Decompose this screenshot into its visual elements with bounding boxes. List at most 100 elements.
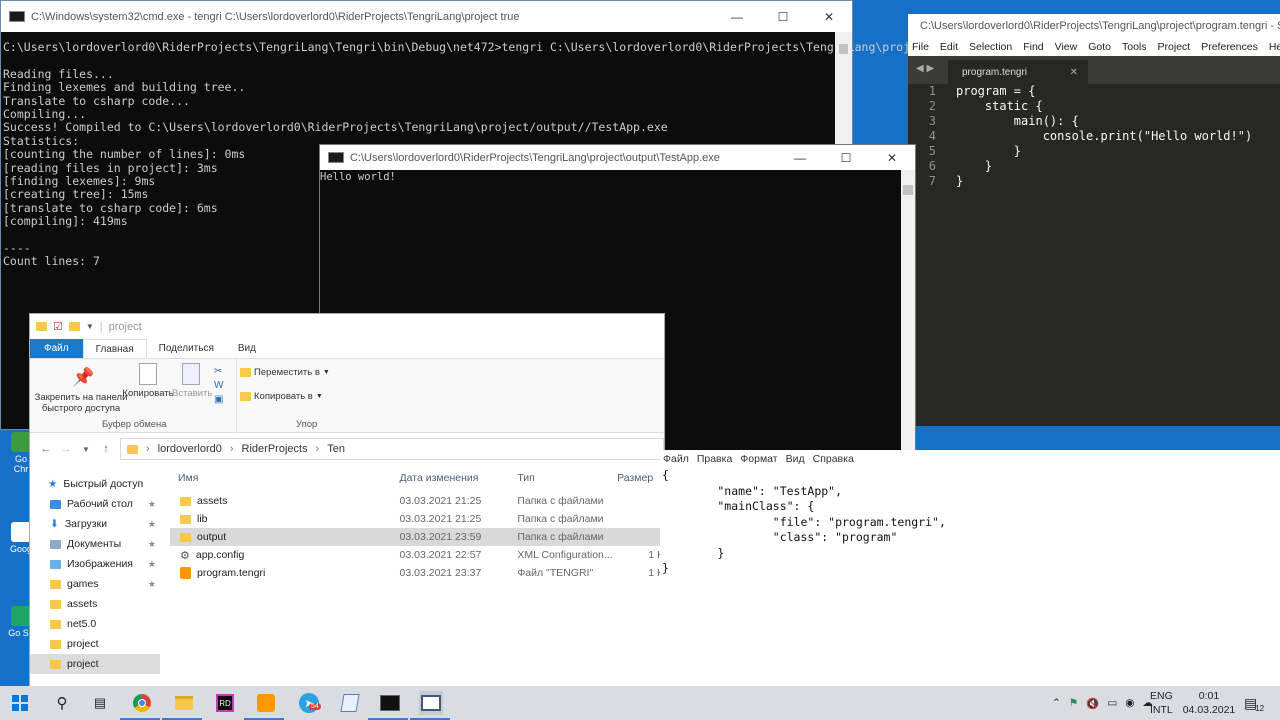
- minimize-icon[interactable]: —: [777, 145, 823, 170]
- table-row[interactable]: assets 03.03.2021 21:25 Папка с файлами: [170, 492, 664, 510]
- menu-item[interactable]: Selection: [969, 41, 1012, 53]
- nav-item[interactable]: games ★: [30, 574, 160, 594]
- pin-icon[interactable]: ★: [148, 539, 156, 550]
- tab-share[interactable]: Поделиться: [147, 339, 226, 358]
- action-center-button[interactable]: ▤ 12: [1244, 686, 1264, 720]
- code-editor[interactable]: 1 program = {2 static {3 main(): {4 conso…: [908, 84, 1280, 189]
- menu-item[interactable]: Help: [1269, 41, 1280, 53]
- column-size[interactable]: Размер: [612, 472, 664, 484]
- breadcrumb-item[interactable]: RiderProjects: [242, 443, 308, 455]
- nav-item[interactable]: Рабочий стол ★: [30, 494, 160, 514]
- menu-item[interactable]: Файл: [663, 453, 689, 465]
- nav-item[interactable]: ⬇ Загрузки ★: [30, 514, 160, 534]
- recent-locations-icon[interactable]: ▼: [76, 445, 96, 454]
- language-indicator[interactable]: ENG INTL: [1150, 686, 1173, 720]
- file-list: Имя Дата изменения Тип Размер assets 03.0…: [170, 464, 664, 686]
- copy-button[interactable]: Копировать: [122, 363, 174, 399]
- table-row[interactable]: output 03.03.2021 23:59 Папка с файлами: [170, 528, 664, 546]
- copy-to-button[interactable]: Копировать в ▼: [240, 391, 323, 402]
- maximize-icon[interactable]: ☐: [823, 145, 869, 170]
- explorer-window[interactable]: ☑ ▼ | project Файл Главная Поделиться Ви…: [29, 313, 665, 687]
- console-app-taskbar-icon[interactable]: [419, 691, 443, 715]
- column-name[interactable]: Имя: [170, 472, 395, 484]
- notepad-window[interactable]: Файл Правка Формат Вид Справка { "name": "Te…: [660, 450, 1280, 687]
- menu-item[interactable]: Справка: [813, 453, 854, 465]
- nav-item[interactable]: Изображения ★: [30, 554, 160, 574]
- testapp-scrollbar[interactable]: [901, 170, 915, 457]
- menu-item[interactable]: Preferences: [1201, 41, 1258, 53]
- customize-qat-icon[interactable]: ▼: [86, 322, 94, 331]
- tray-app-icon[interactable]: ⚑: [1069, 697, 1078, 709]
- column-date[interactable]: Дата изменения: [395, 472, 513, 484]
- nav-item[interactable]: project: [30, 654, 160, 674]
- pin-icon[interactable]: ★: [148, 499, 156, 510]
- nav-item-label: net5.0: [67, 618, 97, 630]
- nav-item[interactable]: net5.0: [30, 614, 160, 634]
- up-icon[interactable]: ↑: [96, 443, 116, 455]
- pin-icon[interactable]: ★: [148, 559, 156, 570]
- clock[interactable]: 0:01 04.03.2021: [1183, 686, 1236, 720]
- nav-item[interactable]: ★ Быстрый доступ: [30, 474, 160, 494]
- menu-item[interactable]: View: [1055, 41, 1078, 53]
- move-to-button[interactable]: Переместить в ▼: [240, 367, 330, 378]
- back-icon[interactable]: ←: [36, 443, 56, 455]
- chrome-icon[interactable]: [130, 691, 154, 715]
- menu-item[interactable]: Goto: [1088, 41, 1111, 53]
- cmd-icon[interactable]: [378, 691, 402, 715]
- close-icon[interactable]: ✕: [806, 1, 852, 32]
- menu-item[interactable]: Вид: [786, 453, 805, 465]
- cmd-line: C:\Users\lordoverlord0\RiderProjects\Ten…: [3, 40, 966, 54]
- table-row[interactable]: program.tengri 03.03.2021 23:37 Файл "TENG…: [170, 564, 664, 582]
- wifi-icon[interactable]: ◉: [1125, 697, 1134, 709]
- menu-item[interactable]: Tools: [1122, 41, 1147, 53]
- show-hidden-icons-icon[interactable]: ⌃: [1052, 697, 1061, 709]
- tab-view[interactable]: Вид: [226, 339, 268, 358]
- forward-icon[interactable]: →: [56, 443, 76, 455]
- maximize-icon[interactable]: ☐: [760, 1, 806, 32]
- tab-home[interactable]: Главная: [82, 339, 147, 358]
- folder-icon: [50, 639, 61, 649]
- breadcrumb[interactable]: › lordoverlord0 › RiderProjects › Ten: [120, 438, 664, 460]
- rider-icon[interactable]: RD: [213, 691, 237, 715]
- search-icon[interactable]: ⚲: [50, 691, 74, 715]
- notepad-content[interactable]: { "name": "TestApp", "mainClass": { "fil…: [662, 468, 946, 577]
- minimize-icon[interactable]: —: [714, 1, 760, 32]
- sublime-window[interactable]: C:\Users\lordoverlord0\RiderProjects\Ten…: [908, 14, 1280, 426]
- menu-item[interactable]: Edit: [940, 41, 958, 53]
- start-button[interactable]: [8, 691, 32, 715]
- new-folder-icon[interactable]: [68, 322, 80, 331]
- paste-button[interactable]: Вставить: [172, 363, 212, 399]
- nav-item[interactable]: Документы ★: [30, 534, 160, 554]
- cmd-line: Compiling...: [3, 106, 87, 121]
- table-row[interactable]: ⚙ app.config 03.03.2021 22:57 XML Configura…: [170, 546, 664, 564]
- task-view-icon[interactable]: ▤: [88, 691, 112, 715]
- nav-item[interactable]: project: [30, 634, 160, 654]
- close-icon[interactable]: ✕: [869, 145, 915, 170]
- pin-icon[interactable]: ★: [148, 519, 156, 530]
- column-type[interactable]: Тип: [512, 472, 612, 484]
- file-explorer-icon[interactable]: [172, 691, 196, 715]
- menu-item[interactable]: Project: [1158, 41, 1191, 53]
- breadcrumb-item[interactable]: lordoverlord0: [158, 443, 222, 455]
- tab-program-tengri[interactable]: program.tengri ✕: [948, 60, 1088, 84]
- sublime-icon[interactable]: [254, 691, 278, 715]
- tab-nav-arrows-icon[interactable]: ◀ ▶: [916, 63, 934, 74]
- telegram-icon[interactable]: ➤ 54: [297, 691, 321, 715]
- menu-item[interactable]: File: [912, 41, 929, 53]
- notepad-icon[interactable]: [338, 691, 362, 715]
- menu-item[interactable]: Find: [1023, 41, 1043, 53]
- small-clipboard-icons[interactable]: ✂ W ▣: [214, 365, 223, 407]
- menu-item[interactable]: Формат: [740, 453, 777, 465]
- volume-muted-icon[interactable]: 🔇: [1086, 697, 1099, 710]
- tab-file[interactable]: Файл: [30, 339, 83, 358]
- close-tab-icon[interactable]: ✕: [1070, 67, 1078, 78]
- battery-icon[interactable]: ▭: [1107, 697, 1117, 709]
- table-row[interactable]: lib 03.03.2021 21:25 Папка с файлами: [170, 510, 664, 528]
- nav-item[interactable]: assets: [30, 594, 160, 614]
- breadcrumb-item[interactable]: Ten: [327, 443, 345, 455]
- pin-quick-access-button[interactable]: 📌 Закрепить на панели быстрого доступа: [34, 367, 128, 414]
- pin-icon[interactable]: ★: [148, 579, 156, 590]
- menu-item[interactable]: Правка: [697, 453, 732, 465]
- properties-icon[interactable]: ☑: [53, 320, 63, 333]
- sublime-titlebar[interactable]: C:\Users\lordoverlord0\RiderProjects\Ten…: [908, 14, 1280, 38]
